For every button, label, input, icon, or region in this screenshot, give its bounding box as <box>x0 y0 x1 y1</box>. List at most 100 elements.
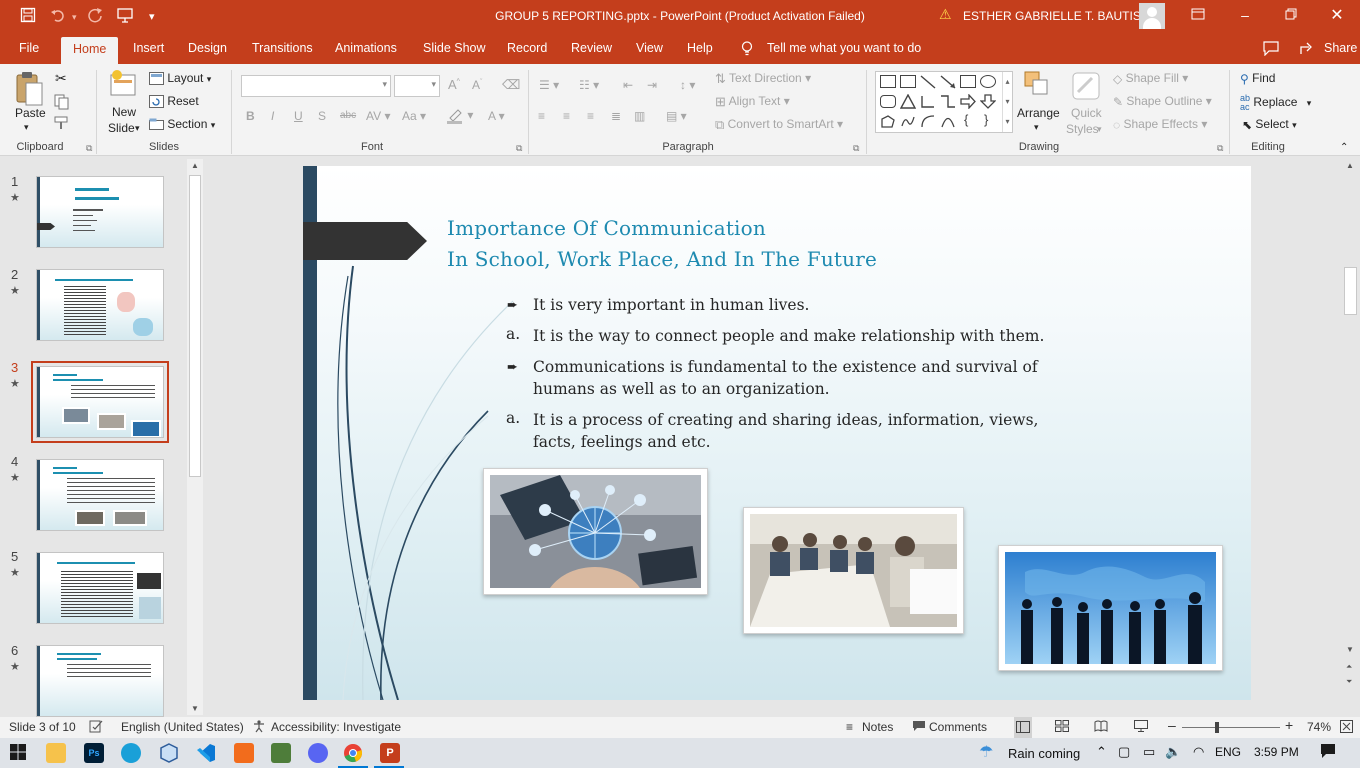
tell-me-search[interactable]: Tell me what you want to do <box>767 41 921 55</box>
scroll-down-icon[interactable]: ▼ <box>191 704 199 713</box>
reset-button[interactable]: Reset <box>149 94 199 109</box>
zoom-slider-track[interactable] <box>1182 727 1280 728</box>
shape-textbox-icon[interactable] <box>880 75 896 88</box>
accessibility-status[interactable]: Accessibility: Investigate <box>271 720 401 734</box>
avatar[interactable] <box>1139 3 1165 29</box>
notifications-icon[interactable] <box>1320 743 1336 762</box>
slide-canvas[interactable]: Importance Of Communication In School, W… <box>303 166 1251 700</box>
slide-title-line-1[interactable]: Importance Of Communication <box>447 216 766 240</box>
bullets-icon[interactable]: ☰ ▾ <box>539 78 559 92</box>
shape-rectangle-icon[interactable] <box>960 75 976 88</box>
change-case-icon[interactable]: Aa ▾ <box>402 109 426 123</box>
photo-technology-network[interactable] <box>483 468 708 595</box>
bullet-text[interactable]: It is the way to connect people and make… <box>533 325 1044 347</box>
share-icon[interactable] <box>1300 41 1315 58</box>
paste-dropdown-icon[interactable]: ▾ <box>24 122 29 133</box>
input-language[interactable]: ENG <box>1215 745 1241 759</box>
close-icon[interactable]: ✕ <box>1327 5 1347 25</box>
text-direction-button[interactable]: ⇅ Text Direction ▾ <box>715 71 811 87</box>
clock[interactable]: 3:59 PM <box>1254 745 1299 759</box>
cut-icon[interactable]: ✂ <box>55 70 67 87</box>
line-spacing-icon[interactable]: ↕ ▾ <box>680 78 695 92</box>
arrange-button[interactable]: Arrange <box>1017 106 1060 120</box>
slide-thumbnail-3[interactable] <box>31 361 169 443</box>
tab-record[interactable]: Record <box>507 41 547 55</box>
increase-indent-icon[interactable]: ⇥ <box>647 78 657 92</box>
paragraph-launcher-icon[interactable]: ⧉ <box>853 143 859 154</box>
tab-help[interactable]: Help <box>687 41 713 55</box>
quick-styles-label[interactable]: Styles <box>1066 122 1099 136</box>
decrease-font-size-icon[interactable]: Aˇ <box>472 78 482 92</box>
quick-styles-button[interactable]: Quick <box>1071 106 1102 120</box>
select-button[interactable]: ⬉ Select ▾ <box>1242 117 1297 132</box>
ribbon-display-options-icon[interactable] <box>1188 7 1208 24</box>
slide-thumbnail-6[interactable] <box>36 645 164 717</box>
new-slide-label[interactable]: Slide <box>108 121 135 135</box>
clear-formatting-icon[interactable]: ⌫ <box>502 77 520 93</box>
shape-brace-left-icon[interactable]: { <box>964 112 968 127</box>
tab-transitions[interactable]: Transitions <box>252 41 313 55</box>
slide-thumbnail-5[interactable] <box>36 552 164 624</box>
blender-icon[interactable] <box>234 743 254 763</box>
font-color-icon[interactable]: A ▾ <box>488 109 505 123</box>
meet-now-icon[interactable]: ▢ <box>1118 744 1130 760</box>
show-hidden-icons-icon[interactable]: ⌃ <box>1096 744 1107 760</box>
shadow-icon[interactable]: S <box>318 109 326 123</box>
next-slide-icon[interactable]: ⏷ <box>1346 677 1352 687</box>
zoom-slider-thumb[interactable] <box>1215 722 1219 733</box>
font-name-combobox[interactable]: ▾ <box>241 75 391 97</box>
layout-button[interactable]: Layout ▾ <box>149 71 211 86</box>
font-size-combobox[interactable]: ▾ <box>394 75 440 97</box>
zoom-in-icon[interactable]: + <box>1285 717 1293 733</box>
slide-sorter-icon[interactable] <box>1055 720 1069 735</box>
paste-icon[interactable] <box>14 70 44 111</box>
thumbnail-scrollbar[interactable]: ▲ ▼ <box>187 159 203 715</box>
justify-icon[interactable]: ≣ <box>611 109 621 123</box>
shape-rounded-rect-icon[interactable] <box>880 95 896 108</box>
tab-view[interactable]: View <box>636 41 663 55</box>
volume-icon[interactable]: 🔈 <box>1165 744 1181 760</box>
wifi-icon[interactable]: ◠ <box>1193 744 1204 760</box>
language-indicator[interactable]: English (United States) <box>121 720 244 734</box>
quick-styles-dropdown-icon[interactable]: ▾ <box>1097 124 1102 135</box>
bullet-text-continued[interactable]: humans as well as to an organization. <box>533 378 830 400</box>
increase-font-size-icon[interactable]: A^ <box>448 77 460 92</box>
tab-review[interactable]: Review <box>571 41 612 55</box>
zoom-level[interactable]: 74% <box>1307 720 1331 734</box>
format-painter-icon[interactable] <box>54 116 70 133</box>
align-right-icon[interactable]: ≡ <box>587 109 594 123</box>
slide-thumbnail-2[interactable] <box>36 269 164 341</box>
paste-button[interactable]: Paste <box>15 106 46 120</box>
numbering-icon[interactable]: ☷ ▾ <box>579 78 599 92</box>
vscode-icon[interactable] <box>196 743 216 763</box>
new-slide-dropdown-icon[interactable]: ▾ <box>135 123 140 134</box>
comments-status-icon[interactable] <box>912 720 926 735</box>
scroll-down-icon[interactable]: ▼ <box>1346 645 1354 654</box>
file-explorer-icon[interactable] <box>46 743 66 763</box>
powerpoint-taskbar-icon[interactable]: P <box>380 743 400 763</box>
bold-icon[interactable]: B <box>246 109 255 123</box>
bullet-text-continued[interactable]: facts, feelings and etc. <box>533 431 711 453</box>
virtualbox-icon[interactable] <box>159 743 179 763</box>
weather-status[interactable]: Rain coming <box>1008 746 1080 761</box>
find-button[interactable]: ⚲ Find <box>1240 71 1275 86</box>
columns-icon[interactable]: ▤ ▾ <box>666 109 687 123</box>
clipboard-launcher-icon[interactable]: ⧉ <box>86 143 92 154</box>
battery-icon[interactable]: ▭ <box>1143 744 1155 760</box>
shape-brace-right-icon[interactable]: } <box>984 112 988 127</box>
section-button[interactable]: Section ▾ <box>149 117 215 131</box>
distributed-icon[interactable]: ▥ <box>634 109 645 123</box>
slide-counter[interactable]: Slide 3 of 10 <box>9 720 76 734</box>
quick-styles-icon[interactable] <box>1072 72 1100 103</box>
minimize-icon[interactable]: – <box>1235 7 1255 23</box>
shapes-gallery[interactable]: { } ▴ ▾ ▾ <box>875 71 1013 133</box>
slide-title-line-2[interactable]: In School, Work Place, And In The Future <box>447 247 877 271</box>
tab-animations[interactable]: Animations <box>335 41 397 55</box>
shapes-gallery-scroll[interactable]: ▴ ▾ ▾ <box>1002 72 1012 132</box>
shape-fill-button[interactable]: ◇ Shape Fill ▾ <box>1113 71 1188 86</box>
minecraft-icon[interactable] <box>271 743 291 763</box>
slide-show-icon[interactable] <box>1134 720 1148 735</box>
italic-icon[interactable]: I <box>271 109 274 123</box>
decrease-indent-icon[interactable]: ⇤ <box>623 78 633 92</box>
discord-icon[interactable] <box>308 743 328 763</box>
